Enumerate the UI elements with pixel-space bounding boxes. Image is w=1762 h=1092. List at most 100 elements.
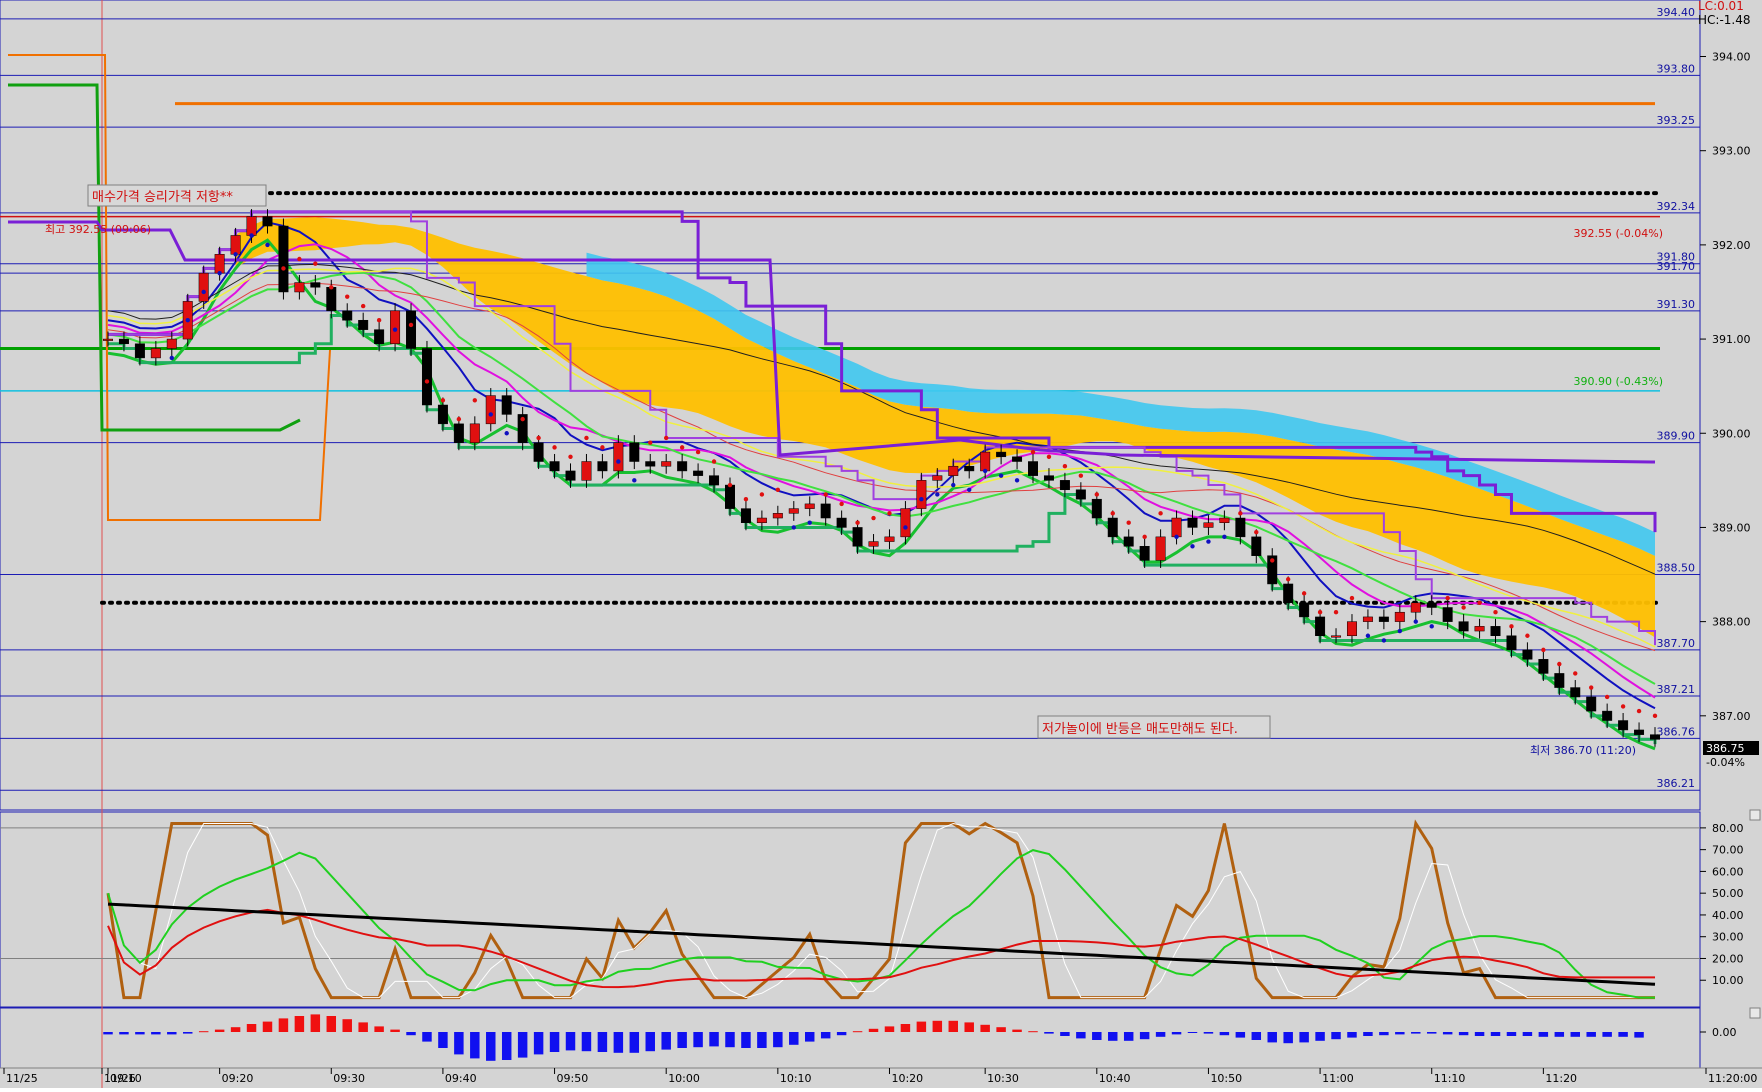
- macd-bar: [1108, 1032, 1118, 1041]
- sar-dot-red: [552, 445, 557, 450]
- macd-bar: [1331, 1032, 1341, 1040]
- sar-dot-red: [1094, 492, 1100, 497]
- candle-body: [661, 461, 672, 467]
- candle-body: [485, 395, 496, 425]
- sar-dot-red: [711, 459, 717, 464]
- macd-bar: [725, 1032, 735, 1048]
- candle-body: [1028, 461, 1038, 476]
- y-tick-label: 389.00: [1712, 521, 1751, 534]
- x-tick-label: 11:20: [1545, 1072, 1577, 1085]
- candle-body: [326, 287, 337, 312]
- macd-bar: [916, 1021, 927, 1032]
- macd-bar: [438, 1032, 448, 1048]
- macd-bar: [214, 1029, 225, 1032]
- macd-bar: [996, 1027, 1006, 1032]
- sar-dot-red: [1636, 708, 1642, 714]
- x-tick-label: 11:10: [1434, 1072, 1466, 1085]
- macd-bar: [1347, 1032, 1357, 1038]
- sar-dot-red: [1333, 610, 1339, 615]
- sar-dot-blue: [632, 478, 637, 483]
- candle-body: [342, 310, 353, 321]
- macd-bar: [198, 1031, 209, 1033]
- macd-bar: [661, 1032, 671, 1050]
- macd-bar: [804, 1032, 815, 1042]
- y-tick-label: 388.00: [1712, 616, 1751, 629]
- candle-body: [1139, 546, 1150, 561]
- candle-body: [1618, 720, 1629, 731]
- sar-dot-red: [456, 416, 462, 422]
- sar-dot-red: [1030, 449, 1036, 455]
- osc-tick-label: 50.00: [1712, 887, 1744, 900]
- macd-bar: [1379, 1032, 1389, 1036]
- sar-dot-red: [1349, 595, 1355, 601]
- macd-bar: [1203, 1032, 1214, 1034]
- macd-bar: [900, 1024, 911, 1032]
- macd-bar: [342, 1019, 352, 1032]
- macd-bar: [1092, 1032, 1102, 1040]
- candle-body: [103, 338, 113, 341]
- candle-body: [1107, 517, 1118, 538]
- macd-bar: [406, 1032, 416, 1036]
- price-level-label: 386.21: [1657, 777, 1696, 790]
- candle-body: [453, 423, 464, 443]
- candle-body: [1442, 607, 1453, 622]
- macd-bar: [693, 1032, 703, 1048]
- candle-body: [1538, 659, 1549, 674]
- macd-bar: [262, 1021, 273, 1032]
- sar-dot-red: [887, 511, 892, 516]
- sar-dot-blue: [185, 318, 190, 323]
- sar-dot-blue: [504, 431, 509, 436]
- candle-body: [693, 470, 704, 476]
- sar-dot-red: [1110, 511, 1115, 516]
- x-tick-label: 10:50: [1210, 1072, 1242, 1085]
- sar-dot-blue: [217, 270, 222, 276]
- sar-dot-red: [281, 266, 286, 271]
- sar-dot-red: [1557, 661, 1562, 667]
- candle-body: [1251, 536, 1262, 556]
- price-chart[interactable]: 394.40393.80393.25392.34391.80391.70391.…: [0, 0, 1762, 1088]
- macd-tick-label: 0.00: [1712, 1026, 1737, 1039]
- candle-body: [1315, 616, 1326, 637]
- pane-minimize-button-2[interactable]: [1749, 1007, 1761, 1019]
- candle-body: [230, 235, 241, 255]
- sar-dot-red: [1525, 633, 1530, 638]
- sar-dot-red: [1126, 520, 1131, 525]
- macd-bar: [645, 1032, 655, 1052]
- candle-body: [246, 216, 257, 236]
- price-level-label: 394.40: [1657, 6, 1696, 19]
- macd-bar: [310, 1014, 321, 1032]
- macd-bar: [597, 1032, 608, 1052]
- macd-bar: [183, 1032, 193, 1034]
- pane-minimize-button[interactable]: [1749, 809, 1761, 821]
- sar-dot-red: [408, 322, 414, 328]
- candle-body: [948, 465, 959, 476]
- macd-bar: [1426, 1032, 1437, 1034]
- sar-dot-red: [297, 256, 302, 262]
- macd-bar: [884, 1026, 895, 1032]
- candle-body: [166, 338, 177, 349]
- candle-body: [278, 225, 289, 293]
- macd-bar: [454, 1032, 464, 1055]
- sar-dot-blue: [1365, 633, 1371, 638]
- sar-dot-blue: [169, 355, 174, 361]
- macd-bar: [789, 1032, 799, 1045]
- candle-body: [1650, 734, 1660, 740]
- candle-body: [725, 484, 735, 509]
- macd-bar: [1187, 1032, 1198, 1033]
- y-tick-label: 391.00: [1712, 333, 1751, 346]
- candle-body: [406, 310, 417, 349]
- osc-tick-label: 70.00: [1712, 844, 1744, 857]
- x-tick-label: 09:10: [110, 1072, 142, 1085]
- candle-body: [1570, 687, 1581, 698]
- osc-tick-label: 80.00: [1712, 822, 1744, 835]
- macd-bar: [773, 1032, 783, 1048]
- resistance-note: 매수가격 승리가격 저항**: [92, 190, 233, 205]
- macd-bar: [1506, 1032, 1517, 1036]
- macd-bar: [501, 1032, 512, 1060]
- sar-dot-blue: [616, 459, 621, 464]
- macd-bar: [836, 1032, 847, 1036]
- price-level-label: 388.50: [1657, 562, 1696, 575]
- sar-dot-red: [648, 440, 653, 445]
- osc-tick-label: 60.00: [1712, 865, 1744, 878]
- y-tick-label: 393.00: [1712, 145, 1751, 158]
